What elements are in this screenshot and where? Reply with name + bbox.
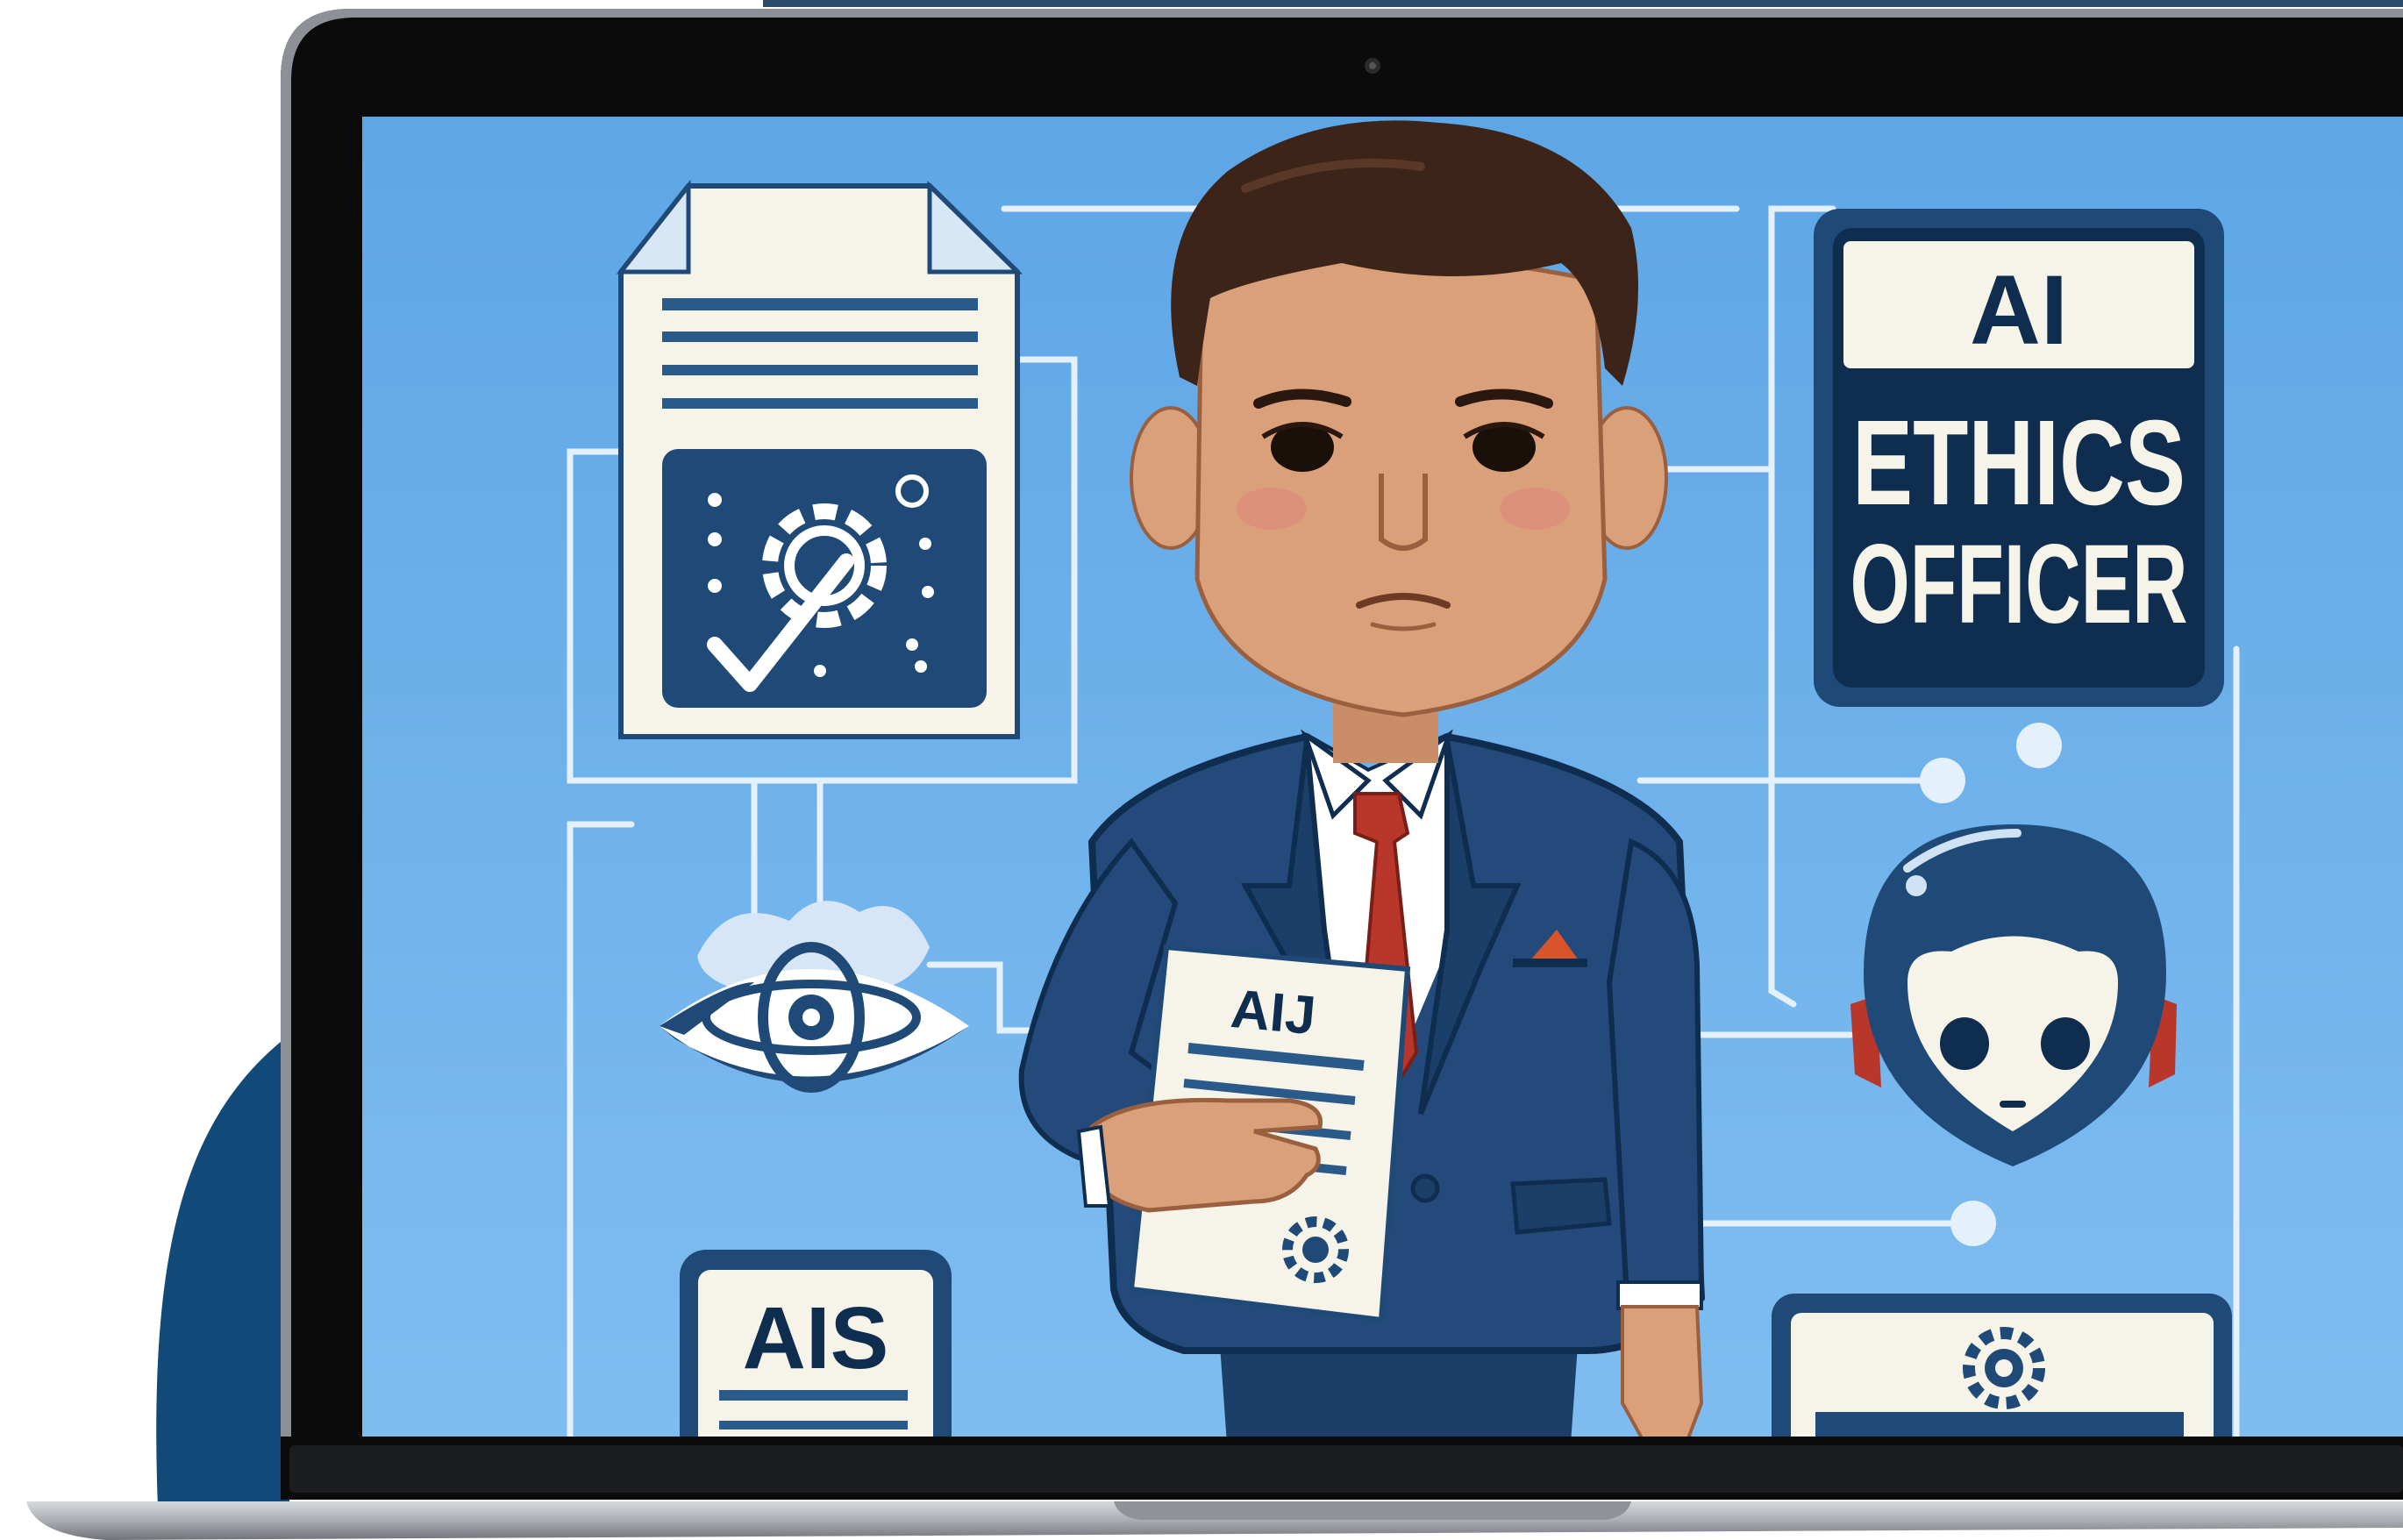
screen: AIS AI ETHICS OFFICER AIJ <box>362 117 2403 1437</box>
sign-line-3: OFFICER <box>1850 522 2188 647</box>
held-document-title: AIJ <box>1229 979 1318 1046</box>
document-icon <box>616 179 1023 739</box>
background-blob <box>156 1035 289 1508</box>
sign-line-1: AI <box>1970 255 2068 365</box>
sign-line-2: ETHICS <box>1852 396 2186 531</box>
laptop-hinge <box>289 1445 2403 1493</box>
webcam-icon <box>1365 58 1380 74</box>
laptop-base-notch <box>1114 1501 1631 1520</box>
laptop-illustration: AIS AI ETHICS OFFICER AIJ <box>26 0 2403 1540</box>
top-strip <box>763 0 2403 7</box>
person-hand <box>1076 1097 1323 1213</box>
ais-card-title: AIS <box>743 1289 889 1387</box>
